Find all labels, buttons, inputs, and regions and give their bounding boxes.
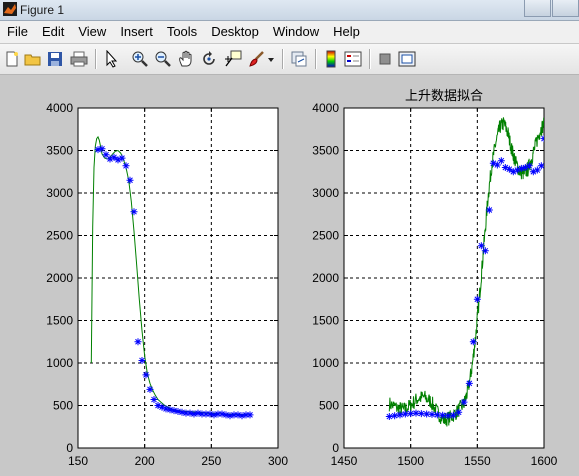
- data-cursor-icon[interactable]: [224, 50, 242, 68]
- menu-tools[interactable]: Tools: [160, 21, 204, 43]
- data-point-marker: [150, 396, 158, 404]
- new-figure-icon[interactable]: [3, 50, 21, 68]
- y-tick-label: 3500: [46, 144, 73, 158]
- window-titlebar[interactable]: Figure 1: [0, 0, 579, 21]
- data-point-marker: [134, 338, 142, 346]
- y-tick-label: 0: [332, 441, 339, 455]
- data-point-marker: [146, 385, 154, 393]
- menu-view[interactable]: View: [71, 21, 113, 43]
- data-point-marker: [460, 398, 468, 406]
- data-point-marker: [540, 135, 544, 143]
- x-tick-label: 1550: [464, 454, 491, 468]
- show-plot-tools-icon[interactable]: [398, 50, 416, 68]
- data-point-marker: [485, 206, 493, 214]
- print-icon[interactable]: [70, 50, 88, 68]
- y-tick-label: 3000: [312, 186, 339, 200]
- toolbar-separator: [369, 49, 370, 69]
- colorbar-icon[interactable]: [322, 50, 340, 68]
- y-tick-label: 1000: [312, 356, 339, 370]
- x-tick-label: 1600: [531, 454, 558, 468]
- matlab-logo-icon: [3, 2, 17, 16]
- zoom-out-icon[interactable]: [154, 50, 172, 68]
- menu-help[interactable]: Help: [326, 21, 367, 43]
- axes-title: 上升数据拟合: [405, 89, 483, 104]
- data-point-marker: [122, 162, 130, 170]
- y-tick-label: 0: [66, 441, 73, 455]
- rotate-3d-icon[interactable]: [200, 50, 218, 68]
- data-point-marker: [126, 176, 134, 184]
- data-point-marker: [449, 411, 457, 419]
- y-tick-label: 4000: [312, 101, 339, 115]
- data-point-marker: [142, 371, 150, 379]
- menu-edit[interactable]: Edit: [35, 21, 71, 43]
- maximize-button[interactable]: [552, 0, 579, 17]
- figure-canvas[interactable]: 150 200 250 300 0 500 1000 1500 2000 2500 3000 3500…: [0, 75, 579, 476]
- y-tick-label: 3000: [46, 186, 73, 200]
- data-point-marker: [455, 408, 463, 416]
- link-plot-icon[interactable]: [290, 50, 308, 68]
- y-tick-label: 500: [319, 399, 339, 413]
- zoom-in-icon[interactable]: [131, 50, 149, 68]
- x-tick-label: 150: [68, 454, 88, 468]
- minimize-button[interactable]: [524, 0, 551, 17]
- menu-file[interactable]: File: [0, 21, 35, 43]
- data-point-marker: [138, 356, 146, 364]
- data-point-marker: [465, 379, 473, 387]
- data-point-marker: [98, 145, 106, 153]
- data-point-marker: [385, 413, 393, 421]
- data-point-marker: [525, 162, 533, 170]
- menu-insert[interactable]: Insert: [113, 21, 160, 43]
- figure-toolbar: [0, 44, 579, 75]
- open-file-icon[interactable]: [24, 50, 42, 68]
- data-point-marker: [130, 208, 138, 216]
- toolbar-separator: [282, 49, 283, 69]
- y-tick-label: 4000: [46, 101, 73, 115]
- y-tick-label: 1000: [46, 356, 73, 370]
- x-tick-label: 1450: [331, 454, 358, 468]
- y-tick-label: 2500: [46, 229, 73, 243]
- menu-bar: File Edit View Insert Tools Desktop Wind…: [0, 21, 579, 43]
- save-icon[interactable]: [46, 50, 64, 68]
- window-title: Figure 1: [20, 3, 65, 17]
- brush-icon[interactable]: [248, 50, 266, 68]
- data-point-marker: [396, 411, 404, 419]
- pan-hand-icon[interactable]: [177, 50, 195, 68]
- menu-desktop[interactable]: Desktop: [204, 21, 266, 43]
- hide-plot-tools-icon[interactable]: [376, 50, 394, 68]
- data-point-marker: [391, 412, 399, 420]
- x-tick-label: 1500: [397, 454, 424, 468]
- figure-plot: 150 200 250 3000500100015002000250030003500…: [46, 89, 557, 468]
- y-tick-label: 500: [53, 399, 73, 413]
- menu-window[interactable]: Window: [266, 21, 326, 43]
- y-tick-label: 3500: [312, 144, 339, 158]
- toolbar-separator: [95, 49, 96, 69]
- x-tick-label: 300: [268, 454, 288, 468]
- data-point-marker: [477, 242, 485, 250]
- x-tick-label: 250: [201, 454, 221, 468]
- axes-1: 150 200 250 3000500100015002000250030003500…: [46, 101, 288, 468]
- brush-dropdown-icon[interactable]: [267, 50, 276, 68]
- data-point-marker: [497, 157, 505, 165]
- edit-plot-arrow-icon[interactable]: [103, 50, 121, 68]
- data-point-marker: [469, 338, 477, 346]
- data-point-marker: [246, 411, 254, 419]
- toolbar-separator: [315, 49, 316, 69]
- y-tick-label: 2000: [46, 271, 73, 285]
- axes-2: 1450 1500 1550 1600 0 500 1000 1500 2000 2500 3000…: [312, 89, 557, 468]
- data-point-marker: [537, 162, 544, 170]
- x-tick-label: 200: [135, 454, 155, 468]
- legend-icon[interactable]: [344, 50, 362, 68]
- data-point-marker: [481, 247, 489, 255]
- y-tick-label: 2500: [312, 229, 339, 243]
- data-point-marker: [118, 154, 126, 162]
- y-tick-label: 1500: [46, 314, 73, 328]
- data-point-marker: [473, 295, 481, 303]
- y-tick-label: 1500: [312, 314, 339, 328]
- y-tick-label: 2000: [312, 271, 339, 285]
